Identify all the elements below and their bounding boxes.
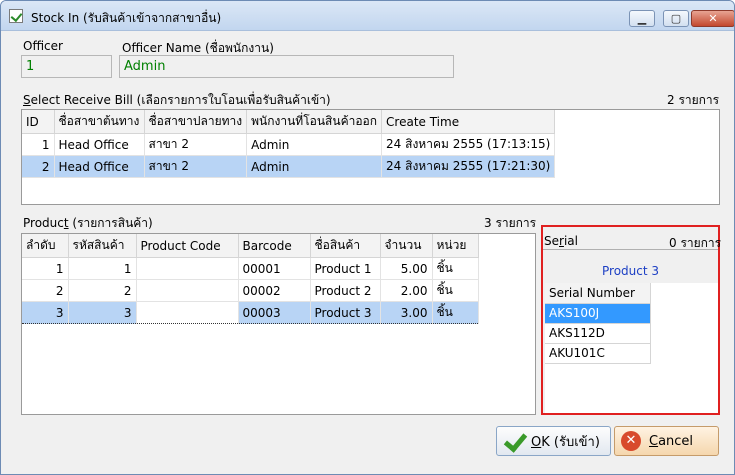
cancel-button-label: Cancel [649, 433, 694, 449]
cell-qty: 5.00 [380, 257, 433, 280]
cell-from: Head Office [54, 155, 145, 178]
cancel-button[interactable]: ✕ Cancel [614, 426, 719, 456]
serial-label: Serial [544, 234, 578, 248]
cell-product-code[interactable] [136, 301, 239, 324]
col-staff[interactable]: พนักงานที่โอนสินค้าออก [246, 110, 383, 134]
maximize-button[interactable]: ▢ [663, 10, 689, 27]
col-product-name[interactable]: ชื่อสินค้า [310, 234, 381, 258]
app-icon [9, 9, 23, 23]
cell-product-name: Product 1 [310, 257, 381, 280]
list-item[interactable]: AKS112D [545, 323, 651, 344]
product-count: 3 รายการ [484, 216, 537, 230]
stock-in-window: Stock In (รับสินค้าเข้าจากสาขาอื่น) ▁ ▢ … [0, 0, 735, 475]
cell-qty: 3.00 [380, 301, 433, 324]
col-product-code[interactable]: Product Code [136, 234, 239, 258]
cell-from: Head Office [54, 133, 145, 156]
cell-time: 24 สิงหาคม 2555 (17:21:30) [381, 155, 556, 178]
cell-item-code: 3 [68, 301, 137, 324]
receive-bill-header: ID ชื่อสาขาต้นทาง ชื่อสาขาปลายทาง พนักงา… [22, 110, 556, 134]
serial-panel: Serial 0 รายการ Product 3 Serial Number … [541, 225, 722, 415]
col-id[interactable]: ID [22, 110, 55, 134]
receive-bill-label: Select Receive Bill (เลือกรายการใบโอนเพื… [23, 93, 331, 107]
serial-count: 0 รายการ [669, 236, 722, 250]
table-row[interactable]: 2 2 00002 Product 2 2.00 ชิ้น [22, 279, 479, 302]
table-row[interactable]: 1 Head Office สาขา 2 Admin 24 สิงหาคม 25… [22, 133, 556, 156]
cell-staff: Admin [246, 133, 383, 156]
cancel-icon: ✕ [621, 431, 641, 451]
cell-to: สาขา 2 [144, 133, 248, 156]
cell-staff: Admin [246, 155, 383, 178]
col-create-time[interactable]: Create Time [381, 110, 556, 134]
col-seq[interactable]: ลำดับ [22, 234, 69, 258]
table-row[interactable]: 1 1 00001 Product 1 5.00 ชิ้น [22, 257, 479, 280]
cell-seq: 1 [22, 257, 69, 280]
cell-time: 24 สิงหาคม 2555 (17:13:15) [381, 133, 556, 156]
title-bar: Stock In (รับสินค้าเข้าจากสาขาอื่น) ▁ ▢ … [1, 1, 734, 31]
cell-item-code: 1 [68, 257, 137, 280]
serial-item: AKU101C [545, 343, 651, 364]
cell-id: 2 [22, 155, 55, 178]
close-button[interactable]: ✕ [691, 10, 734, 27]
table-row-selected[interactable]: 3 3 00003 Product 3 3.00 ชิ้น [22, 301, 479, 324]
ok-button-label: OK (รับเข้า) [531, 434, 600, 450]
serial-item: AKS112D [545, 323, 651, 344]
cell-product-name: Product 3 [310, 301, 381, 324]
col-to-branch[interactable]: ชื่อสาขาปลายทาง [144, 110, 248, 134]
product-label: Product (รายการสินค้า) [23, 216, 153, 230]
cell-seq: 2 [22, 279, 69, 302]
officer-label: Officer [23, 39, 63, 53]
col-unit[interactable]: หน่วย [432, 234, 479, 258]
col-from-branch[interactable]: ชื่อสาขาต้นทาง [54, 110, 145, 134]
cell-unit: ชิ้น [432, 279, 479, 302]
cell-qty: 2.00 [380, 279, 433, 302]
serial-header: Serial Number [545, 283, 651, 304]
minimize-button[interactable]: ▁ [629, 10, 655, 27]
checkmark-icon [503, 430, 525, 452]
cell-barcode: 00003 [238, 301, 311, 324]
list-item-selected[interactable]: AKS100J [545, 303, 651, 324]
cell-seq: 3 [22, 301, 69, 324]
cell-barcode: 00002 [238, 279, 311, 302]
cell-id: 1 [22, 133, 55, 156]
cell-to: สาขา 2 [144, 155, 248, 178]
serial-grid[interactable]: Serial Number AKS100J AKS112D AKU101C [545, 283, 718, 413]
list-item[interactable]: AKU101C [545, 343, 651, 364]
receive-bill-count: 2 รายการ [667, 93, 720, 107]
officer-name-field: Admin [119, 55, 454, 78]
officer-id-field: 1 [21, 55, 112, 78]
table-row-selected[interactable]: 2 Head Office สาขา 2 Admin 24 สิงหาคม 25… [22, 155, 556, 178]
ok-button[interactable]: OK (รับเข้า) [496, 426, 611, 456]
cell-product-name: Product 2 [310, 279, 381, 302]
cell-product-code [136, 279, 239, 302]
cell-barcode: 00001 [238, 257, 311, 280]
col-qty[interactable]: จำนวน [380, 234, 433, 258]
col-barcode[interactable]: Barcode [238, 234, 311, 258]
cell-unit: ชิ้น [432, 301, 479, 324]
cell-item-code: 2 [68, 279, 137, 302]
col-serial-number[interactable]: Serial Number [545, 283, 651, 304]
cell-product-code [136, 257, 239, 280]
serial-product-name: Product 3 [602, 264, 660, 278]
product-grid[interactable]: ลำดับ รหัสสินค้า Product Code Barcode ชื… [21, 233, 536, 415]
product-header: ลำดับ รหัสสินค้า Product Code Barcode ชื… [22, 234, 479, 258]
cell-unit: ชิ้น [432, 257, 479, 280]
window-title: Stock In (รับสินค้าเข้าจากสาขาอื่น) [31, 11, 222, 25]
col-item-code[interactable]: รหัสสินค้า [68, 234, 137, 258]
serial-item: AKS100J [545, 303, 651, 324]
receive-bill-grid[interactable]: ID ชื่อสาขาต้นทาง ชื่อสาขาปลายทาง พนักงา… [21, 109, 720, 205]
